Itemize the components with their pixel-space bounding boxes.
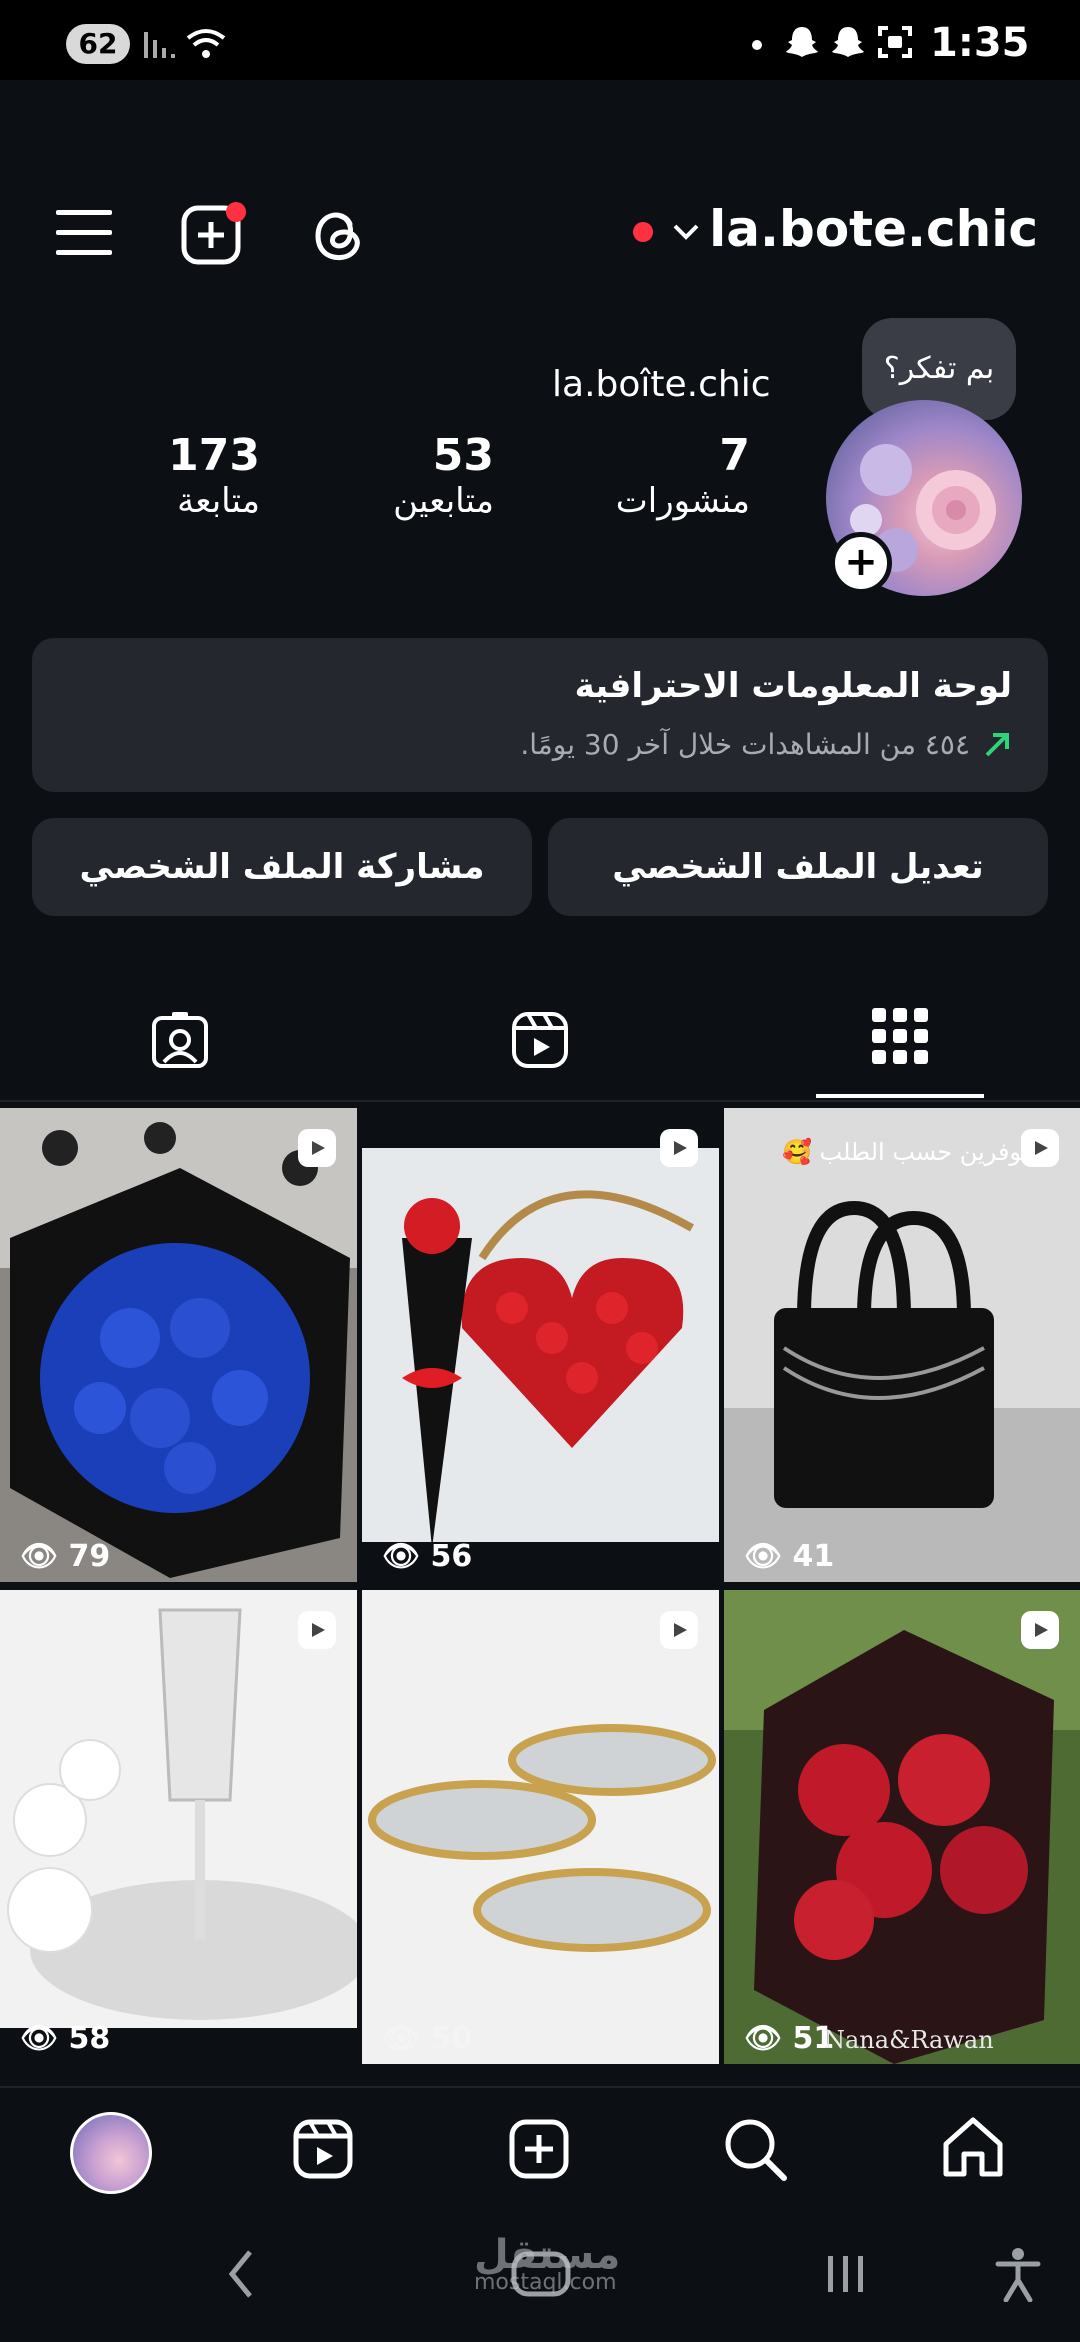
wifi-icon [186,29,226,58]
stat-posts-label: منشورات [615,481,750,521]
create-post-icon[interactable] [180,200,250,270]
view-count: 👁 79 [20,1539,110,1574]
eye-icon: 👁 [744,2021,783,2056]
view-count-value: 50 [430,2021,473,2056]
reel-badge-icon [660,1129,698,1167]
battery-indicator: 62 [66,24,130,64]
view-count: 👁 41 [744,1539,834,1574]
stat-following-count: 173 [168,430,260,481]
edit-profile-button[interactable]: تعديل الملف الشخصي [548,818,1048,916]
beaded-bag-photo-icon [724,1108,1080,1582]
status-bar: 62 1:35 [0,0,1080,80]
post-caption-overlay: Nana&Rawan [824,2026,994,2054]
nav-search-icon[interactable] [722,2116,788,2182]
stat-posts[interactable]: 7 منشورات [570,430,750,521]
watermark-url: mostaql.com [474,2270,617,2295]
nav-reels-icon[interactable] [292,2118,354,2180]
signal-icon [144,32,175,58]
display-name: la.boîte.chic [552,364,771,405]
dashboard-subtitle: ٤٥٤ من المشاهدات خلال آخر 30 يومًا. [520,728,970,761]
post-tile[interactable]: 👁 58 [0,1590,357,2064]
gold-trays-photo-icon [362,1590,719,2064]
system-recents-icon[interactable] [824,2254,868,2294]
eye-icon: 👁 [20,2021,59,2056]
reel-badge-icon [660,1611,698,1649]
notification-dot [752,40,762,50]
blue-roses-photo-icon [0,1108,357,1582]
red-satin-roses-photo-icon [724,1590,1080,2064]
stat-followers[interactable]: 53 متابعين [334,430,494,521]
dashboard-title: لوحة المعلومات الاحترافية [574,666,1012,706]
view-count-value: 58 [68,2021,111,2056]
reel-badge-icon [298,1129,336,1167]
share-profile-button[interactable]: مشاركة الملف الشخصي [32,818,532,916]
pearl-glass-photo-icon [0,1590,357,2064]
add-story-icon[interactable]: + [830,532,892,594]
post-tile[interactable]: 👁 56 [362,1108,719,1582]
menu-icon[interactable] [56,208,112,258]
post-tile[interactable]: 👁 51 Nana&Rawan [724,1590,1080,2064]
tabs-divider [0,1100,1080,1102]
view-count: 👁 50 [382,2021,472,2056]
accessibility-icon[interactable] [994,2246,1042,2302]
account-switcher-username[interactable]: la.bote.chic [709,200,1038,258]
tagged-tab-icon[interactable] [150,1010,210,1070]
post-tile[interactable]: 👁 79 [0,1108,357,1582]
clock: 1:35 [930,20,1030,66]
post-tile[interactable]: 👁 50 [362,1590,719,2064]
stat-following[interactable]: 173 متابعة [110,430,260,521]
red-roses-heart-photo-icon [362,1108,719,1582]
view-count: 👁 51 [744,2021,834,2056]
reel-badge-icon [298,1611,336,1649]
chevron-down-icon[interactable] [672,222,700,242]
grid-tab-icon[interactable] [872,1008,928,1064]
eye-icon: 👁 [20,1539,59,1574]
snapchat-icon [786,27,818,57]
snapchat-icon-2 [832,27,864,57]
reels-tab-icon[interactable] [510,1010,570,1070]
stat-posts-count: 7 [719,430,750,481]
eye-icon: 👁 [382,2021,421,2056]
unread-dot [633,222,653,242]
stat-following-label: متابعة [177,481,260,521]
system-back-icon[interactable] [226,2248,256,2300]
professional-dashboard-card[interactable]: لوحة المعلومات الاحترافية ٤٥٤ من المشاهد… [32,638,1048,792]
view-count: 👁 56 [382,1539,472,1574]
reel-badge-icon [1021,1611,1059,1649]
post-caption-overlay: متوفرين حسب الطلب 🥰 [782,1138,1042,1166]
stat-followers-label: متابعين [393,481,494,521]
threads-icon[interactable] [306,202,372,268]
active-tab-indicator [816,1094,984,1098]
view-count-value: 56 [430,1539,473,1574]
stat-followers-count: 53 [432,430,494,481]
eye-icon: 👁 [382,1539,421,1574]
view-count-value: 79 [68,1539,111,1574]
view-count-value: 41 [792,1539,835,1574]
nav-profile-avatar[interactable] [70,2112,152,2194]
post-tile[interactable]: متوفرين حسب الطلب 🥰 👁 41 [724,1108,1080,1582]
reel-badge-icon [1021,1129,1059,1167]
screenshot-icon [878,26,912,58]
nav-create-icon[interactable] [508,2118,570,2180]
eye-icon: 👁 [744,1539,783,1574]
view-count: 👁 58 [20,2021,110,2056]
nav-home-icon[interactable] [940,2114,1006,2180]
trend-up-icon [985,733,1009,757]
